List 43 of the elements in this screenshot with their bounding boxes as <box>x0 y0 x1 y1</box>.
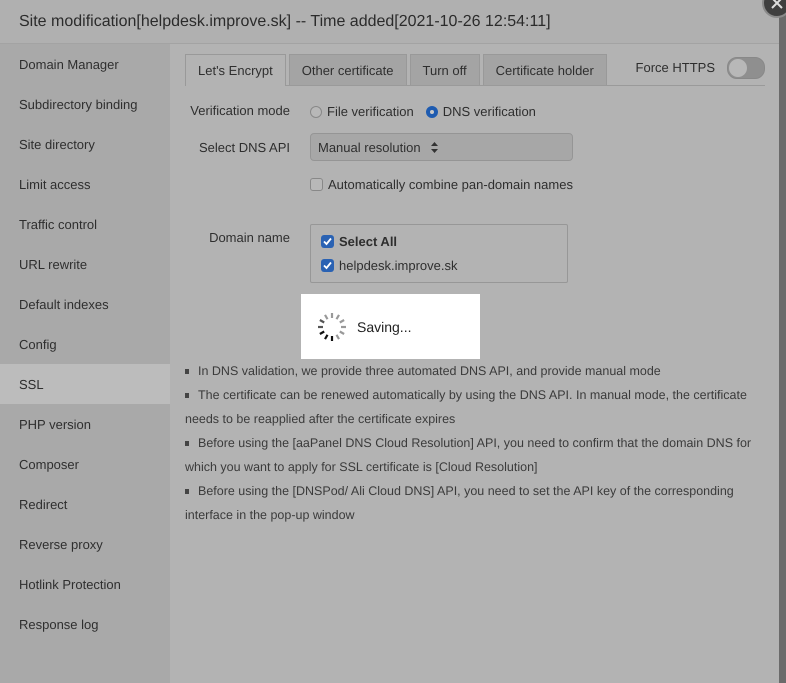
field-label: Verification mode <box>189 102 290 118</box>
loading-text: Saving... <box>357 318 412 334</box>
field-label: Select DNS API <box>198 139 290 155</box>
spinner-icon <box>316 310 348 342</box>
checkbox[interactable] <box>310 178 323 191</box>
sidebar-item[interactable]: URL rewrite <box>0 244 170 284</box>
radio-label: DNS verification <box>442 104 536 119</box>
sidebar-item[interactable]: Config <box>0 324 170 364</box>
sidebar-item[interactable]: Default indexes <box>0 284 170 324</box>
sidebar-item[interactable]: Hotlink Protection <box>0 564 170 604</box>
sidebar-item[interactable]: PHP version <box>0 404 170 444</box>
radio-button[interactable] <box>310 106 322 118</box>
sidebar-item[interactable]: Site directory <box>0 124 170 164</box>
checkbox[interactable] <box>321 235 334 248</box>
tab[interactable]: Certificate holder <box>482 54 607 85</box>
sidebar-item[interactable]: Domain Manager <box>0 44 170 84</box>
sidebar-item[interactable]: Response log <box>0 604 170 644</box>
sidebar-item[interactable]: Subdirectory binding <box>0 84 170 124</box>
field-label: Domain name <box>208 229 290 245</box>
tab[interactable]: Turn off <box>410 54 480 85</box>
radio-label: File verification <box>327 104 414 119</box>
checkbox-label: Select All <box>339 234 398 249</box>
dns-api-select[interactable]: Manual resolution <box>310 133 573 161</box>
checkbox[interactable] <box>321 259 334 272</box>
force-https-label: Force HTTPS <box>636 60 715 75</box>
tab[interactable]: Let's Encrypt <box>185 54 286 86</box>
note-text: Before using the [DNSPod/ Ali Cloud DNS] API, you need to set the API key of the corresponding interface in the pop-up window <box>185 483 735 524</box>
note-text: In DNS validation, we provide three automated DNS API, and provide manual mode <box>185 359 760 383</box>
checkbox-label: helpdesk.improve.sk <box>339 258 458 273</box>
force-https-toggle[interactable] <box>727 56 765 78</box>
window-title: Site modification[helpdesk.improve.sk] -- Time added[2021-10-26 12:54:11] <box>19 12 551 30</box>
sidebar-item[interactable]: Traffic control <box>0 204 170 244</box>
sidebar-item[interactable]: Composer <box>0 444 170 484</box>
sidebar-item[interactable]: Reverse proxy <box>0 524 170 564</box>
sidebar-item[interactable]: SSL <box>0 364 170 404</box>
sidebar-item[interactable]: Redirect <box>0 484 170 524</box>
sidebar-item[interactable]: Limit access <box>0 164 170 204</box>
checkbox-label: Automatically combine pan-domain names <box>328 177 573 192</box>
tab[interactable]: Other certificate <box>288 54 407 85</box>
radio-button[interactable] <box>426 106 438 118</box>
note-text: The certificate can be renewed automatically by using the DNS API. In manual mode, the certificate needs to be reapplied after the certificate expires <box>185 387 748 428</box>
updown-caret-icon <box>430 142 438 152</box>
note-text: Before using the [aaPanel DNS Cloud Resolution] API, you need to confirm that the domain DNS for which you want to apply for SSL certificate is [Cloud Resolution] <box>185 435 752 476</box>
